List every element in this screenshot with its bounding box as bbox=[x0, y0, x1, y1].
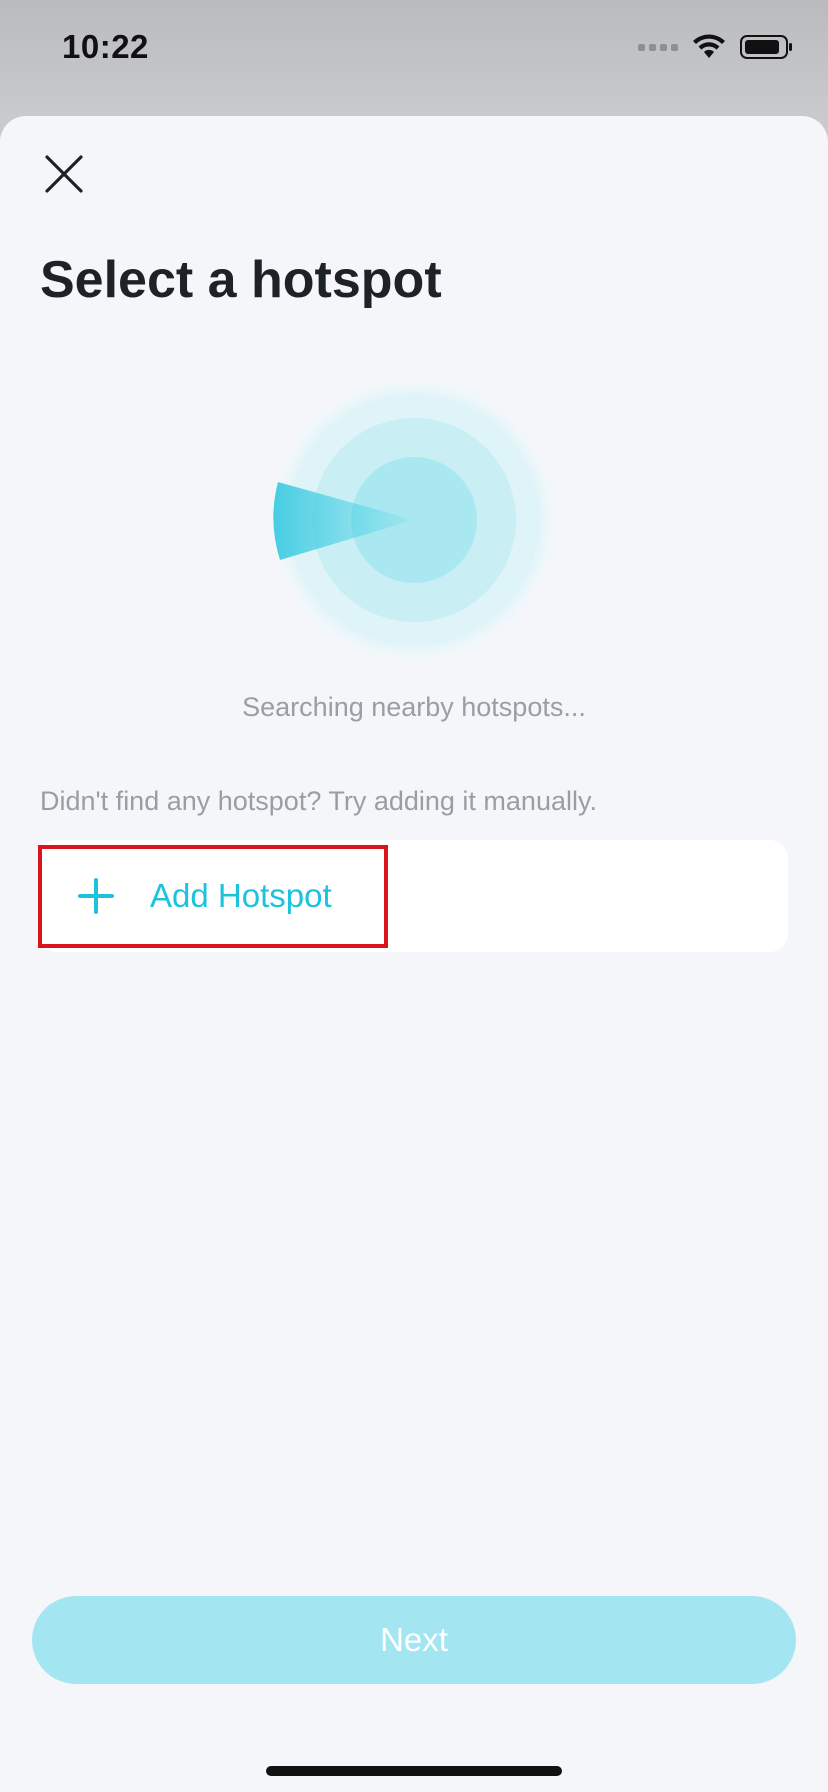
add-hotspot-card: Add Hotspot bbox=[38, 840, 788, 952]
close-button[interactable] bbox=[36, 146, 92, 202]
status-bar: 10:22 bbox=[0, 0, 828, 100]
wifi-icon bbox=[693, 34, 725, 58]
radar-scan-icon bbox=[273, 379, 555, 661]
status-time: 10:22 bbox=[62, 28, 149, 65]
cellular-signal-icon bbox=[638, 43, 678, 51]
searching-status-text: Searching nearby hotspots... bbox=[242, 692, 586, 722]
add-hotspot-button[interactable]: Add Hotspot bbox=[38, 840, 388, 952]
close-icon bbox=[45, 155, 83, 193]
home-indicator bbox=[266, 1766, 562, 1776]
battery-icon bbox=[740, 35, 792, 59]
status-icons bbox=[638, 34, 794, 60]
plus-icon bbox=[78, 878, 114, 914]
add-hotspot-label: Add Hotspot bbox=[150, 877, 332, 914]
manual-add-hint: Didn't find any hotspot? Try adding it m… bbox=[40, 786, 597, 816]
screen: 10:22 Select a hotspot Searching nearby … bbox=[0, 0, 828, 1792]
bottom-sheet: Select a hotspot Searching nearby hotspo… bbox=[0, 116, 828, 1792]
page-title: Select a hotspot bbox=[40, 251, 442, 309]
next-button[interactable]: Next bbox=[32, 1596, 796, 1684]
